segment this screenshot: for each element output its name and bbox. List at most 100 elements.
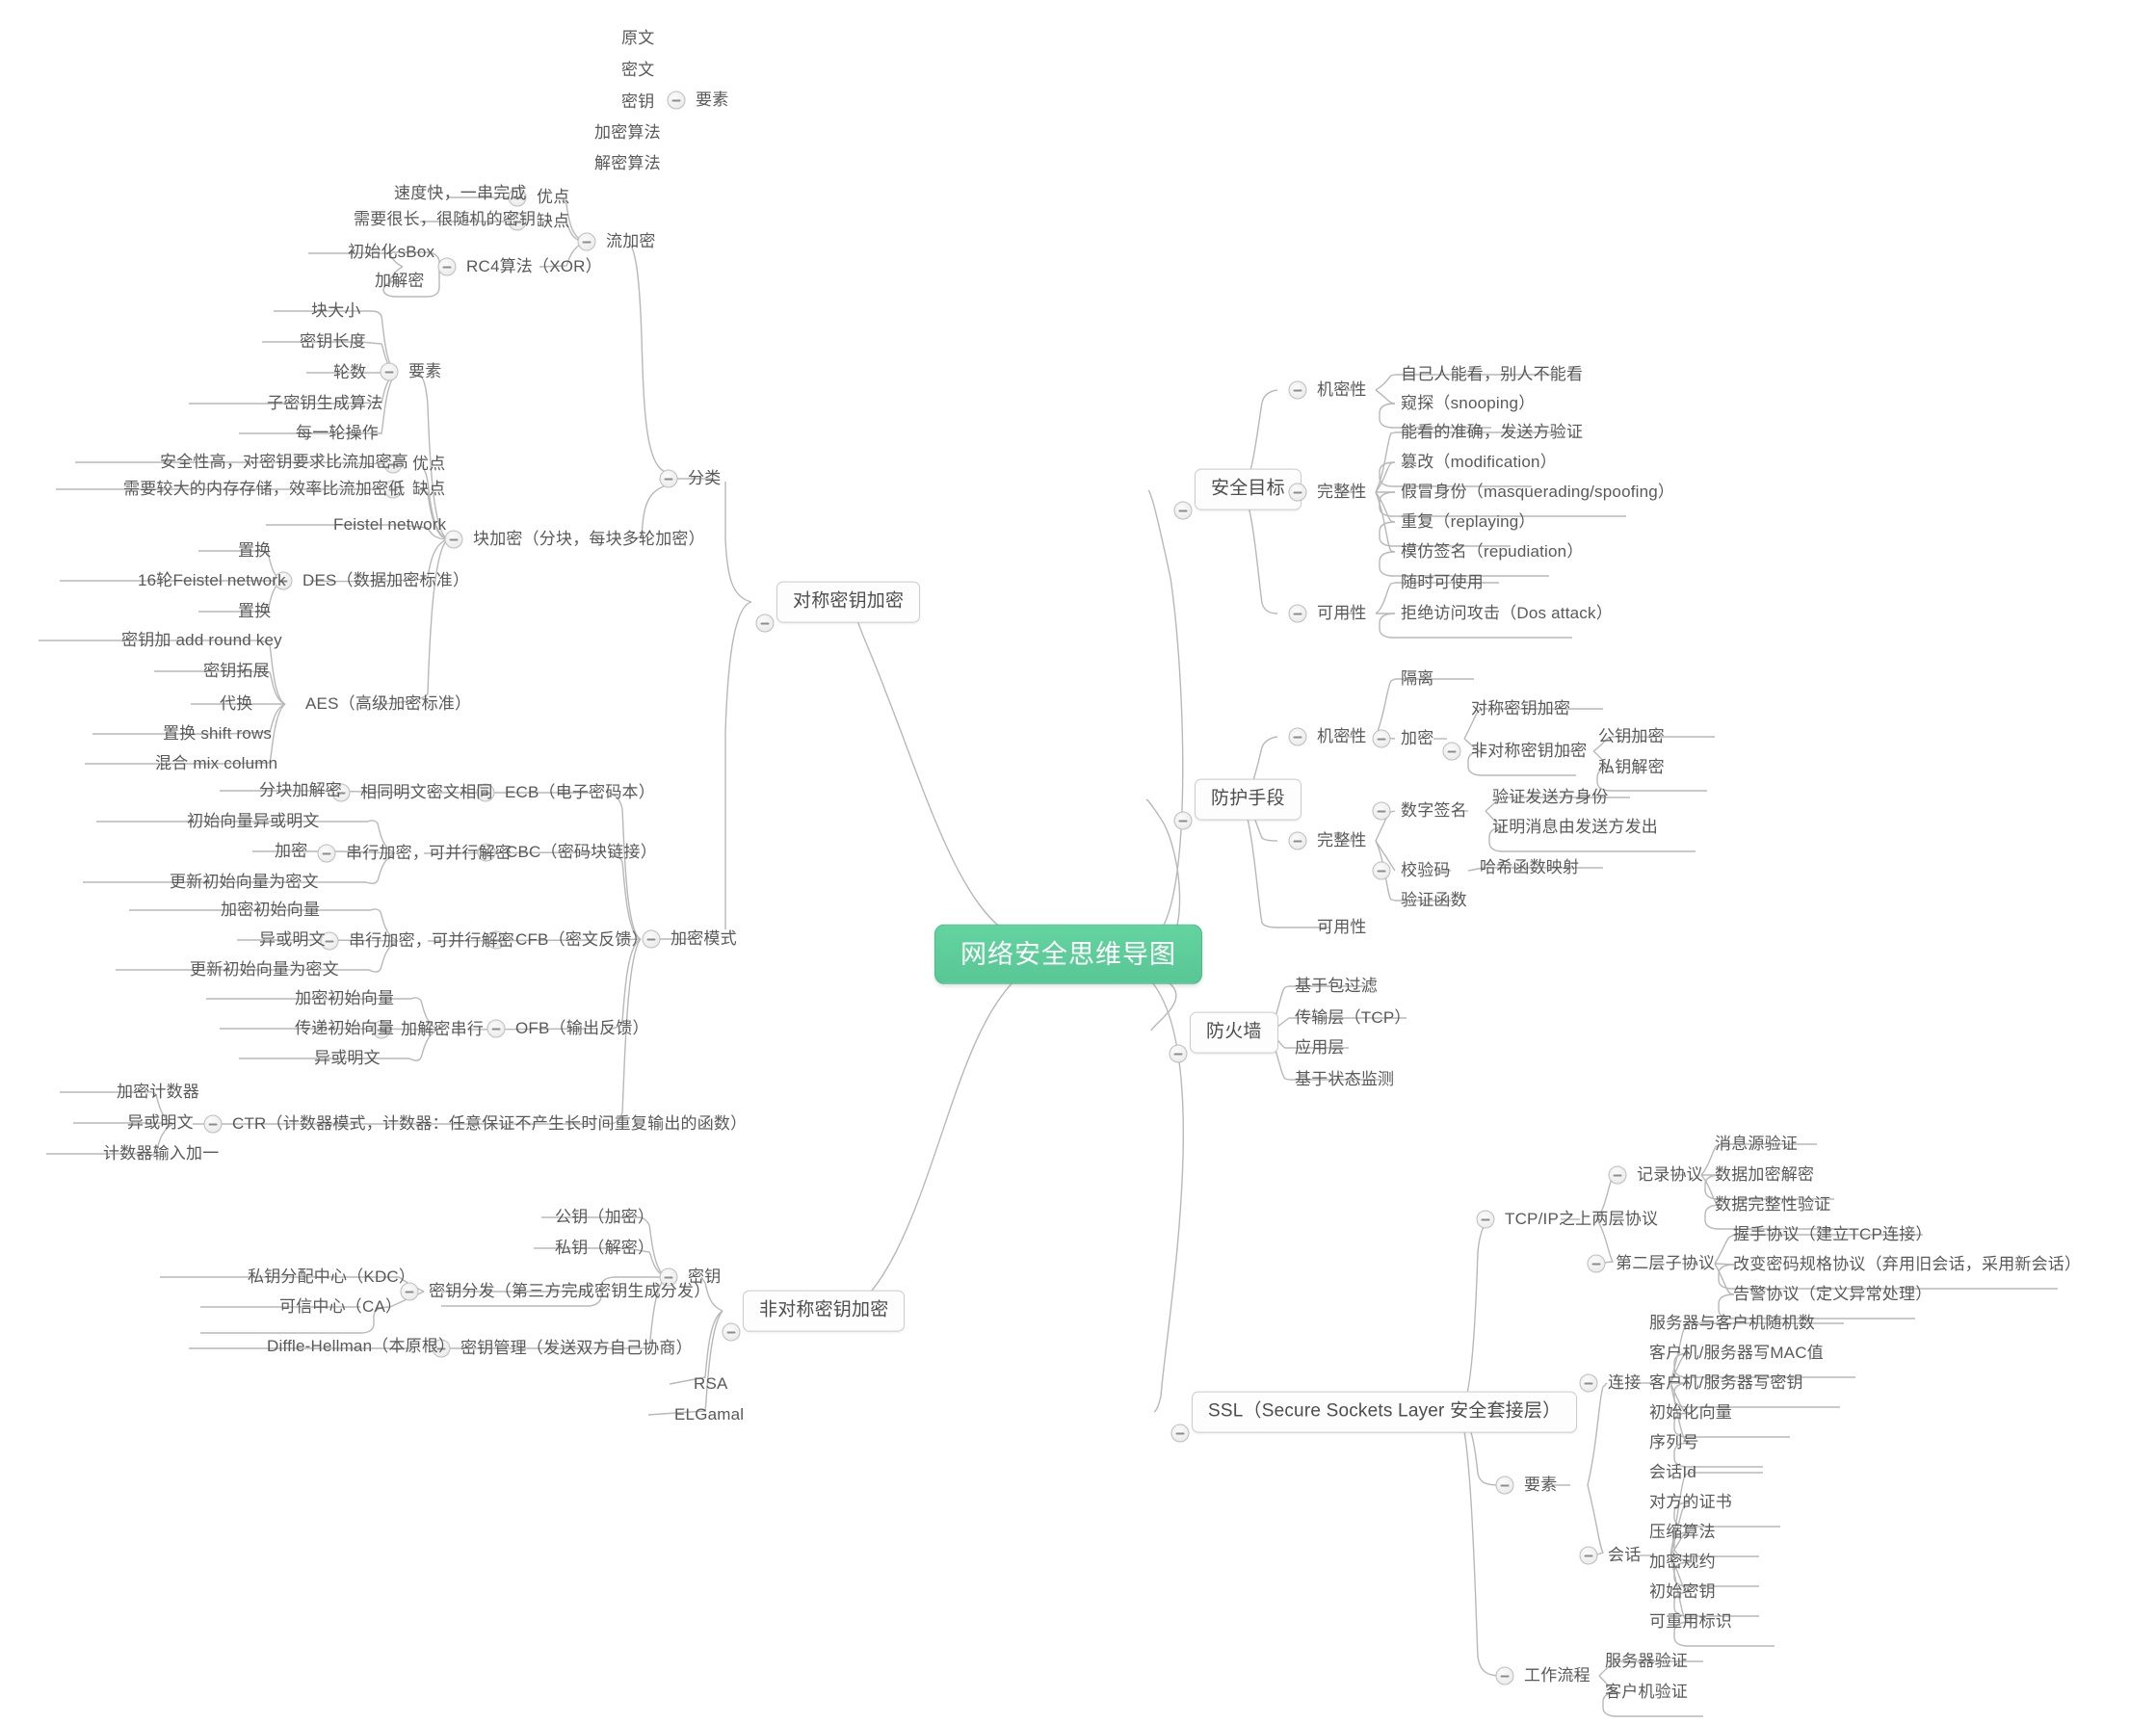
node-ssl-p-1c[interactable]: 数据完整性验证 [1711, 1193, 1834, 1216]
collapse-toggle-gd-c-2[interactable] [1372, 729, 1391, 748]
node-fw[interactable]: 防火墙 [1190, 1011, 1278, 1054]
node-fw-2[interactable]: 传输层（TCP） [1291, 1006, 1415, 1030]
node-des[interactable]: DES（数据加密标准） [299, 569, 473, 592]
node-gd-c-1[interactable]: 隔离 [1397, 667, 1437, 691]
collapse-toggle-gd-c-2b[interactable] [1442, 742, 1461, 761]
node-ssl-p[interactable]: TCP/IP之上两层协议 [1501, 1208, 1662, 1231]
node-ssl-e-sess-1[interactable]: 会话Id [1645, 1461, 1700, 1484]
node-block-pro[interactable]: 优点 [408, 453, 449, 476]
node-stream-pro[interactable]: 优点 [533, 186, 573, 209]
node-ofb-4[interactable]: 异或明文 [310, 1047, 384, 1070]
node-stream[interactable]: 流加密 [602, 230, 660, 253]
node-asym-key-3b[interactable]: 可信中心（CA） [276, 1295, 406, 1319]
collapse-toggle-stream[interactable] [577, 232, 596, 251]
node-gd-i[interactable]: 完整性 [1313, 829, 1371, 852]
node-sym[interactable]: 对称密钥加密 [776, 581, 921, 623]
node-ctr-3[interactable]: 计数器输入加一 [99, 1142, 223, 1165]
node-ofb-1[interactable]: 加解密串行 [397, 1018, 487, 1041]
node-aes-5[interactable]: 混合 mix column [151, 752, 281, 775]
node-gd-c-2[interactable]: 加密 [1397, 727, 1437, 750]
node-sym-ys-1[interactable]: 原文 [618, 27, 658, 50]
node-ssl-w[interactable]: 工作流程 [1520, 1664, 1594, 1687]
node-sym-ys-4[interactable]: 加密算法 [591, 121, 665, 144]
node-ssl-e-conn-3[interactable]: 客户机/服务器写密钥 [1645, 1371, 1807, 1395]
collapse-toggle-gd-i-1[interactable] [1372, 801, 1391, 821]
node-fw-1[interactable]: 基于包过滤 [1291, 975, 1381, 998]
collapse-toggle-gd-i-2[interactable] [1372, 861, 1391, 880]
node-ofb-3[interactable]: 传递初始向量 [291, 1017, 398, 1040]
collapse-toggle-ofb[interactable] [486, 1019, 506, 1038]
node-ssl-e-sess[interactable]: 会话 [1604, 1544, 1644, 1567]
node-ssl-p-2c[interactable]: 告警协议（定义异常处理） [1729, 1283, 1935, 1306]
node-stream-pro-1[interactable]: 速度快，一串完成 [390, 182, 531, 205]
node-rc4[interactable]: RC4算法（XOR） [462, 255, 606, 278]
node-gd-i-2[interactable]: 校验码 [1397, 859, 1455, 882]
node-goal-c-1[interactable]: 自己人能看，别人不能看 [1397, 363, 1587, 386]
node-feistel[interactable]: Feistel network [329, 513, 450, 536]
node-block-ys-5[interactable]: 每一轮操作 [292, 422, 382, 445]
node-sym-fl[interactable]: 分类 [684, 467, 724, 490]
node-cfb-2[interactable]: 加密初始向量 [217, 899, 324, 922]
collapse-toggle-cbc-1[interactable] [317, 844, 336, 863]
node-gd-c-2b[interactable]: 非对称密钥加密 [1467, 740, 1591, 763]
node-goal-a-1[interactable]: 随时可使用 [1397, 571, 1487, 594]
node-ctr[interactable]: CTR（计数器模式，计数器：任意保证不产生长时间重复输出的函数） [228, 1112, 750, 1136]
node-gd-c-2b1[interactable]: 公钥加密 [1594, 725, 1669, 748]
node-gd-i-2a[interactable]: 哈希函数映射 [1476, 856, 1583, 879]
node-goal-i-1[interactable]: 能看的准确，发送方验证 [1397, 421, 1587, 444]
node-stream-con-1[interactable]: 需要很长，很随机的密钥 [350, 208, 539, 231]
node-goal-c[interactable]: 机密性 [1313, 379, 1371, 402]
node-aes[interactable]: AES（高级加密标准） [302, 692, 475, 716]
node-goal-a-2[interactable]: 拒绝访问攻击（Dos attack） [1397, 602, 1617, 625]
collapse-toggle-goal-c[interactable] [1288, 380, 1307, 400]
node-aes-1[interactable]: 密钥加 add round key [118, 629, 286, 652]
node-des-1[interactable]: 置换 [234, 539, 275, 562]
node-aes-4[interactable]: 置换 shift rows [159, 722, 276, 745]
collapse-toggle-ssl-e-sess[interactable] [1579, 1546, 1598, 1565]
node-ssl-p-1[interactable]: 记录协议 [1633, 1163, 1707, 1187]
node-des-2[interactable]: 16轮Feistel network [134, 569, 290, 592]
node-ssl-e-sess-4[interactable]: 加密规约 [1645, 1551, 1720, 1574]
node-goal-i-5[interactable]: 模仿签名（repudiation） [1397, 540, 1588, 563]
node-asym-key-4[interactable]: 密钥管理（发送双方自己协商） [457, 1337, 697, 1360]
node-cfb[interactable]: CFB（密文反馈） [512, 928, 652, 952]
node-ssl-e-sess-3[interactable]: 压缩算法 [1645, 1521, 1720, 1544]
collapse-toggle-sym-ys[interactable] [667, 91, 686, 110]
node-ssl-p-2b[interactable]: 改变密码规格协议（弃用旧会话，采用新会话） [1729, 1253, 2085, 1276]
root-node[interactable]: 网络安全思维导图 [934, 924, 1202, 985]
collapse-toggle-ssl-w[interactable] [1495, 1666, 1514, 1685]
node-goal[interactable]: 安全目标 [1195, 468, 1301, 510]
node-ssl-p-1b[interactable]: 数据加密解密 [1711, 1163, 1818, 1187]
node-mode[interactable]: 加密模式 [667, 927, 741, 951]
collapse-toggle-ssl-p-1[interactable] [1608, 1165, 1627, 1185]
node-aes-2[interactable]: 密钥拓展 [199, 660, 274, 683]
collapse-toggle-goal-a[interactable] [1288, 604, 1307, 623]
node-asym-key-2[interactable]: 私钥（解密） [551, 1237, 658, 1260]
node-fw-4[interactable]: 基于状态监测 [1291, 1068, 1398, 1091]
collapse-toggle-ctr[interactable] [203, 1114, 223, 1134]
node-rc4-2[interactable]: 加解密 [371, 270, 429, 293]
node-ssl-e-conn-4[interactable]: 初始化向量 [1645, 1401, 1736, 1424]
node-block-ys[interactable]: 要素 [405, 360, 445, 383]
collapse-toggle-ssl[interactable] [1170, 1424, 1190, 1443]
node-cbc-2[interactable]: 初始向量异或明文 [183, 810, 324, 833]
node-asym-elg[interactable]: ELGamal [670, 1403, 748, 1426]
node-ecb-1[interactable]: 相同明文密文相同 [356, 781, 497, 804]
node-aes-3[interactable]: 代换 [216, 692, 256, 716]
node-block-ys-2[interactable]: 密钥长度 [296, 330, 370, 353]
node-sym-ys[interactable]: 要素 [692, 89, 732, 112]
collapse-toggle-goal-i[interactable] [1288, 483, 1307, 502]
node-cfb-4[interactable]: 更新初始向量为密文 [186, 958, 343, 981]
node-block-con-1[interactable]: 需要较大的内存存储，效率比流加密低 [119, 478, 408, 501]
node-sym-ys-2[interactable]: 密文 [618, 59, 658, 82]
node-goal-c-2[interactable]: 窥探（snooping） [1397, 392, 1538, 415]
node-gd-i-1b[interactable]: 证明消息由发送方发出 [1488, 816, 1662, 839]
node-cbc-1[interactable]: 串行加密，可并行解密 [342, 842, 515, 865]
node-ssl-e[interactable]: 要素 [1520, 1474, 1561, 1497]
node-gd-a[interactable]: 可用性 [1313, 916, 1371, 939]
collapse-toggle-block-ys[interactable] [380, 362, 399, 381]
node-asym-key-3a[interactable]: 私钥分配中心（KDC） [244, 1266, 419, 1289]
node-block-pro-1[interactable]: 安全性高，对密钥要求比流加密高 [156, 451, 412, 474]
node-ctr-2[interactable]: 异或明文 [123, 1111, 197, 1135]
node-asym[interactable]: 非对称密钥加密 [743, 1290, 906, 1332]
